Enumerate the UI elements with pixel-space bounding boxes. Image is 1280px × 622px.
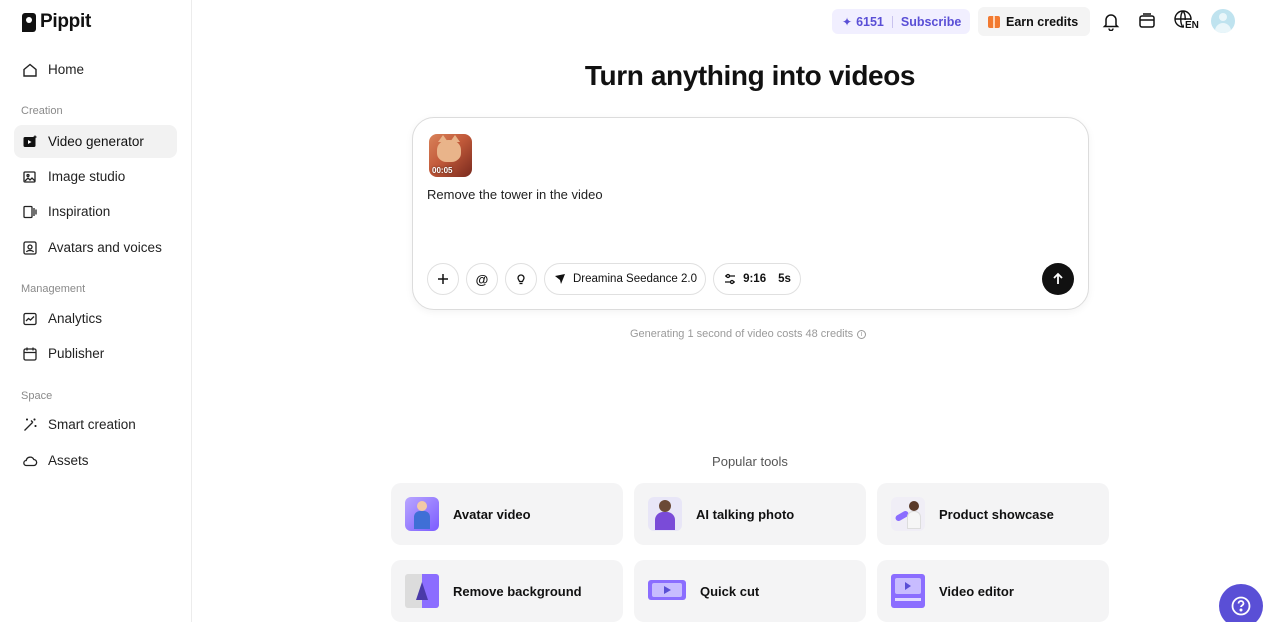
tool-card-product-showcase[interactable]: Product showcase (877, 483, 1109, 545)
subscribe-link[interactable]: Subscribe (901, 15, 961, 29)
tool-card-avatar-video[interactable]: Avatar video (391, 483, 623, 545)
add-button[interactable] (427, 263, 459, 295)
sidebar-item-home[interactable]: Home (14, 53, 177, 86)
image-studio-icon (22, 169, 38, 185)
sidebar-item-smart-creation[interactable]: Smart creation (14, 408, 177, 441)
video-generator-icon (22, 134, 38, 150)
cost-note-text: Generating 1 second of video costs 48 cr… (630, 328, 854, 340)
quick-cut-icon (648, 574, 686, 608)
question-mark-icon (1231, 596, 1251, 616)
analytics-icon (22, 311, 38, 327)
wallet-icon[interactable] (1136, 10, 1158, 32)
earn-credits-button[interactable]: Earn credits (978, 7, 1090, 36)
sidebar-item-label: Avatars and voices (48, 240, 162, 255)
avatar-icon (22, 240, 38, 256)
pippit-logo-icon (22, 12, 36, 32)
cat-image (437, 135, 461, 162)
sidebar-item-video-generator[interactable]: Video generator (14, 125, 177, 158)
section-label-creation: Creation (21, 105, 63, 117)
language-globe-icon[interactable]: EN (1172, 10, 1200, 32)
sidebar-item-avatars-and-voices[interactable]: Avatars and voices (14, 231, 177, 264)
tool-card-remove-background[interactable]: Remove background (391, 560, 623, 622)
sidebar-item-label: Smart creation (48, 417, 136, 432)
avatar-video-icon (405, 497, 439, 531)
info-icon[interactable]: i (857, 329, 867, 339)
gift-icon (988, 15, 1000, 28)
app-logo[interactable]: Pippit (22, 11, 91, 33)
help-button[interactable] (1219, 584, 1263, 622)
credits-pill[interactable]: ✦ 6151 Subscribe (832, 9, 970, 34)
tool-card-quick-cut[interactable]: Quick cut (634, 560, 866, 622)
dreamina-logo-icon (554, 274, 565, 284)
plus-icon (438, 274, 448, 284)
credit-count: 6151 (856, 14, 884, 29)
sparkle-icon: ✦ (842, 14, 853, 29)
sidebar-item-label: Home (48, 62, 85, 77)
divider (891, 15, 893, 28)
calendar-icon (22, 346, 38, 362)
model-name: Dreamina Seedance 2.0 (572, 273, 698, 285)
sidebar-item-publisher[interactable]: Publisher (14, 337, 177, 370)
prompt-composer: 00:05 Remove the tower in the video @ Dr… (412, 117, 1089, 310)
model-selector[interactable]: Dreamina Seedance 2.0 (544, 263, 706, 295)
cost-note: Generating 1 second of video costs 48 cr… (630, 328, 867, 340)
section-label-management: Management (21, 283, 86, 295)
tool-card-ai-talking-photo[interactable]: AI talking photo (634, 483, 866, 545)
popular-tools-heading: Popular tools (712, 454, 788, 469)
tool-card-label: Quick cut (700, 583, 760, 599)
video-duration: 00:05 (432, 166, 453, 175)
bell-icon[interactable] (1100, 10, 1122, 32)
product-showcase-icon (891, 497, 925, 531)
sidebar-item-label: Video generator (48, 134, 144, 149)
user-avatar[interactable] (1211, 9, 1235, 33)
sidebar-item-label: Image studio (48, 169, 126, 184)
lightbulb-icon (517, 274, 525, 285)
send-button[interactable] (1042, 263, 1074, 295)
video-editor-icon (891, 574, 925, 608)
tool-card-label: Video editor (939, 583, 1014, 599)
tool-card-label: Avatar video (453, 506, 531, 522)
arrow-up-icon (1053, 272, 1063, 284)
video-settings-button[interactable]: 9:16 5s (713, 263, 801, 295)
tool-card-label: Remove background (453, 583, 582, 599)
video-length: 5s (778, 273, 791, 285)
tool-card-video-editor[interactable]: Video editor (877, 560, 1109, 622)
magic-wand-icon (22, 417, 38, 433)
sliders-icon (725, 273, 736, 285)
remove-background-icon (405, 574, 439, 608)
prompt-input[interactable]: Remove the tower in the video (427, 187, 603, 202)
inspiration-icon (22, 204, 38, 220)
home-icon (22, 62, 38, 78)
video-thumbnail[interactable]: 00:05 (429, 134, 472, 177)
aspect-ratio: 9:16 (743, 273, 767, 285)
page-title: Turn anything into videos (584, 60, 916, 91)
sidebar-item-label: Assets (48, 453, 89, 468)
mention-button[interactable]: @ (466, 263, 498, 295)
at-icon: @ (475, 271, 489, 287)
sidebar: Pippit Home Creation Video generator Ima… (0, 0, 192, 622)
sidebar-item-label: Analytics (48, 311, 103, 326)
sidebar-item-inspiration[interactable]: Inspiration (14, 195, 177, 228)
sidebar-item-assets[interactable]: Assets (14, 444, 177, 477)
language-code: EN (1184, 20, 1200, 31)
app-name: Pippit (40, 11, 91, 32)
earn-credits-label: Earn credits (1006, 14, 1079, 29)
cloud-icon (22, 453, 38, 469)
tool-card-label: AI talking photo (696, 506, 795, 522)
sidebar-item-analytics[interactable]: Analytics (14, 302, 177, 335)
idea-button[interactable] (505, 263, 537, 295)
tool-card-label: Product showcase (939, 506, 1054, 522)
sidebar-item-label: Inspiration (48, 204, 111, 219)
talking-photo-icon (648, 497, 682, 531)
sidebar-item-label: Publisher (48, 346, 105, 361)
section-label-space: Space (21, 390, 53, 402)
sidebar-item-image-studio[interactable]: Image studio (14, 160, 177, 193)
